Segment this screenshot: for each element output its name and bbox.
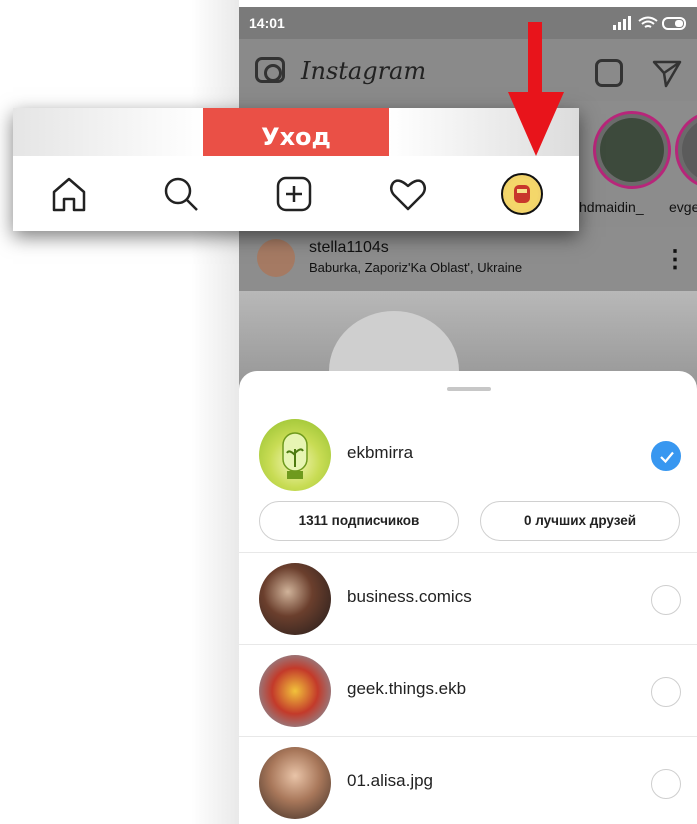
account-avatar — [259, 747, 331, 819]
profile-avatar[interactable] — [501, 173, 543, 215]
zoom-callout: Уход — [13, 108, 579, 231]
account-row[interactable]: geek.things.ekb — [239, 645, 697, 737]
signal-wifi-battery-icon — [613, 16, 686, 30]
profile-avatar-image — [506, 178, 538, 210]
app-logo: Instagram — [301, 57, 427, 85]
post-location[interactable]: Baburka, Zaporiz'Ka Oblast', Ukraine — [309, 260, 522, 275]
igtv-icon[interactable] — [595, 59, 623, 87]
status-icons — [613, 15, 687, 34]
new-post-icon[interactable] — [274, 174, 314, 214]
account-radio[interactable] — [651, 677, 681, 707]
account-avatar — [259, 563, 331, 635]
account-avatar — [259, 655, 331, 727]
account-row-current[interactable]: ekbmirra 1311 подписчиков 0 лучших друзе… — [239, 409, 697, 553]
camera-icon[interactable] — [255, 57, 285, 83]
story-label: hdmaidin_ — [579, 199, 644, 215]
account-row[interactable]: 01.alisa.jpg — [239, 737, 697, 824]
post-header: stella1104s Baburka, Zaporiz'Ka Oblast',… — [239, 227, 697, 291]
bottom-nav — [13, 156, 579, 231]
more-options-icon[interactable]: ⋮ — [663, 245, 687, 274]
story-avatar[interactable] — [593, 111, 671, 189]
zoom-banner-text: Уход — [203, 108, 389, 156]
account-switcher-sheet: ekbmirra 1311 подписчиков 0 лучших друзе… — [239, 371, 697, 824]
post-username[interactable]: stella1104s — [309, 239, 389, 257]
story-avatar[interactable] — [675, 111, 697, 189]
status-time: 14:01 — [249, 15, 285, 31]
search-icon[interactable] — [161, 174, 201, 214]
zoom-story-strip: Уход — [13, 108, 579, 156]
close-friends-button[interactable]: 0 лучших друзей — [480, 501, 680, 541]
followers-button[interactable]: 1311 подписчиков — [259, 501, 459, 541]
sheet-handle[interactable] — [447, 387, 491, 391]
heart-icon[interactable] — [388, 174, 428, 214]
account-name: ekbmirra — [347, 443, 414, 462]
account-name: 01.alisa.jpg — [347, 771, 434, 790]
red-arrow-pointer — [508, 22, 564, 156]
direct-message-icon[interactable] — [651, 57, 683, 89]
account-name: business.comics — [347, 587, 472, 606]
status-bar: 14:01 — [239, 7, 697, 39]
lightbulb-plant-icon — [282, 432, 308, 479]
post-avatar[interactable] — [257, 239, 295, 277]
story-label: evge — [669, 199, 697, 215]
selected-check-icon[interactable] — [651, 441, 681, 471]
account-row[interactable]: business.comics — [239, 553, 697, 645]
account-radio[interactable] — [651, 585, 681, 615]
account-radio[interactable] — [651, 769, 681, 799]
account-avatar — [259, 419, 331, 491]
home-icon[interactable] — [49, 174, 89, 214]
app-header: Instagram — [239, 39, 697, 101]
account-name: geek.things.ekb — [347, 679, 467, 698]
